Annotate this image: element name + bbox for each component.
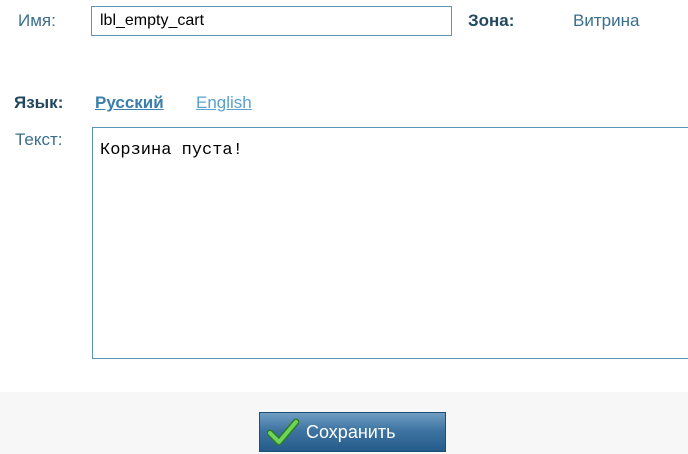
check-icon	[267, 418, 299, 446]
save-button[interactable]: Сохранить	[259, 412, 446, 452]
name-input[interactable]	[91, 6, 452, 36]
text-label: Текст:	[15, 130, 63, 149]
text-area[interactable]: Корзина пуста!	[92, 127, 688, 359]
language-link-russian[interactable]: Русский	[95, 93, 164, 113]
save-button-label: Сохранить	[306, 421, 396, 442]
zone-value: Витрина	[573, 11, 640, 30]
name-label: Имя:	[18, 11, 56, 30]
language-link-english[interactable]: English	[196, 93, 252, 113]
language-label: Язык:	[14, 93, 64, 112]
zone-label: Зона:	[468, 11, 515, 30]
